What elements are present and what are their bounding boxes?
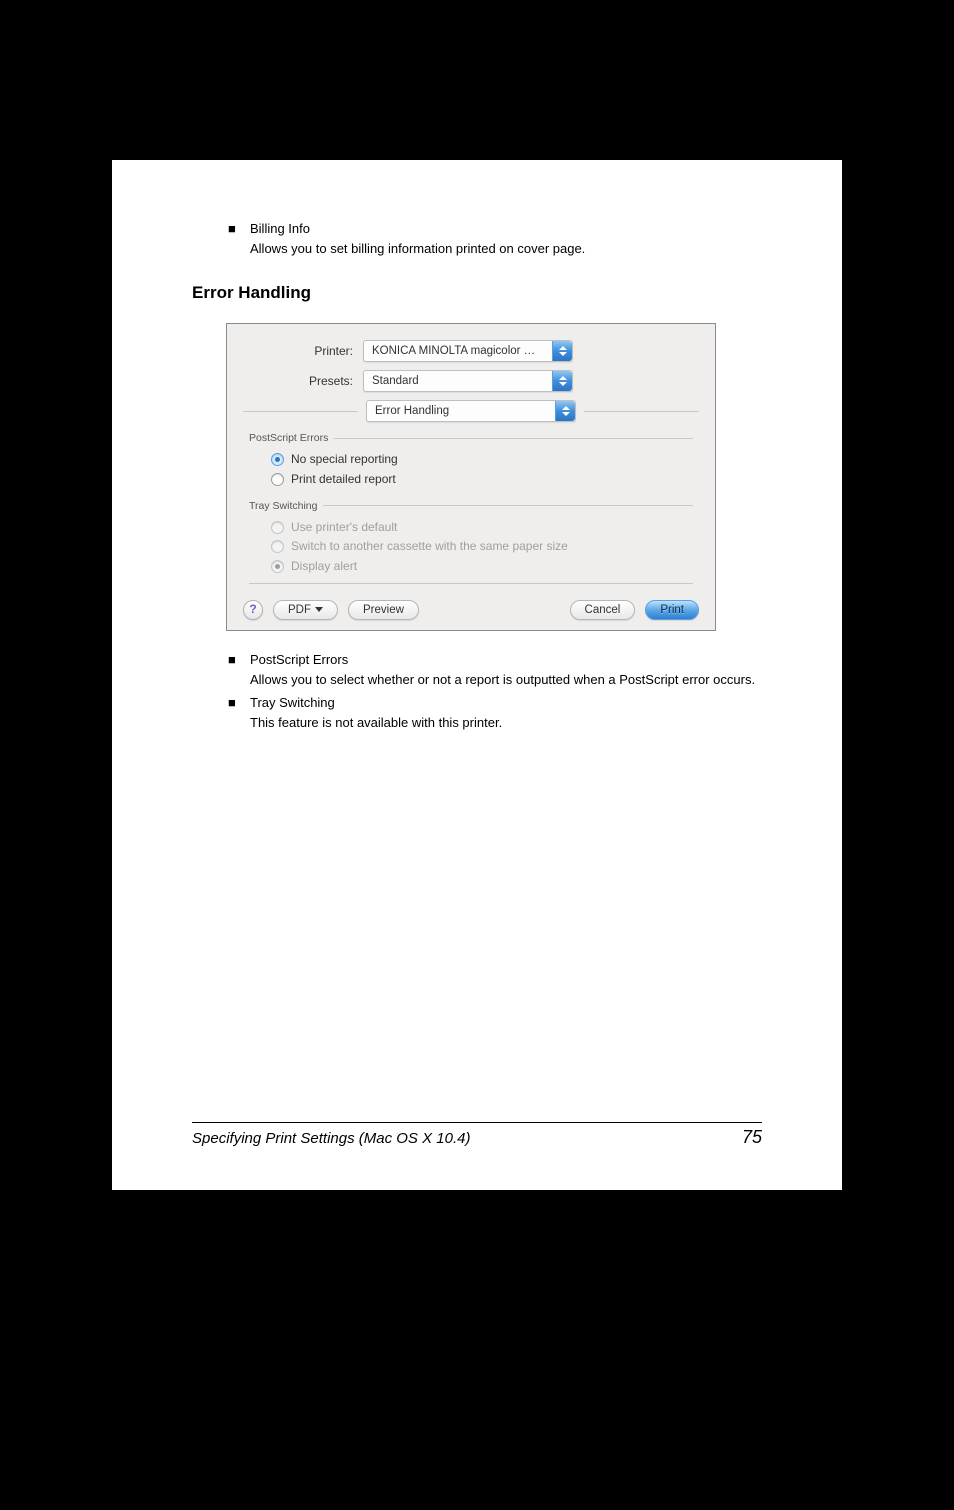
list-item-body: PostScript Errors Allows you to select w… [250,651,762,690]
help-button[interactable]: ? [243,600,263,620]
stepper-icon [552,341,572,361]
item-desc: This feature is not available with this … [250,714,762,733]
item-title: Billing Info [250,220,762,239]
cancel-button[interactable]: Cancel [570,600,636,620]
chevron-down-icon [315,607,323,612]
footer-rule [192,1122,762,1123]
radio-display-alert: Display alert [271,558,693,575]
radio-label: Switch to another cassette with the same… [291,538,568,555]
button-label: PDF [288,602,311,619]
radio-icon [271,540,284,553]
stepper-icon [552,371,572,391]
list-item: ■ PostScript Errors Allows you to select… [228,651,762,690]
preview-button[interactable]: Preview [348,600,419,620]
radio-label: Use printer's default [291,519,397,536]
group-title: Tray Switching [249,499,323,514]
print-dialog: Printer: KONICA MINOLTA magicolor … Pres… [226,323,716,631]
divider [249,583,693,584]
button-label: Cancel [585,602,621,619]
stepper-icon [555,401,575,421]
list-item-body: Tray Switching This feature is not avail… [250,694,762,733]
bullet-square-icon: ■ [228,694,250,713]
pane-select[interactable]: Error Handling [366,400,576,422]
section-heading: Error Handling [192,281,762,306]
item-desc: Allows you to select whether or not a re… [250,671,762,690]
printer-value: KONICA MINOLTA magicolor … [372,343,535,360]
page-footer: Specifying Print Settings (Mac OS X 10.4… [192,1122,762,1148]
divider [243,411,358,412]
radio-no-special-reporting[interactable]: No special reporting [271,451,693,468]
print-button[interactable]: Print [645,600,699,620]
radio-switch-cassette: Switch to another cassette with the same… [271,538,693,555]
bullet-square-icon: ■ [228,651,250,670]
tray-switching-group: Tray Switching Use printer's default Swi… [249,496,693,575]
postscript-errors-group: PostScript Errors No special reporting P… [249,428,693,488]
list-item-body: Billing Info Allows you to set billing i… [250,220,762,259]
printer-row: Printer: KONICA MINOLTA magicolor … [243,340,699,362]
item-title: Tray Switching [250,694,762,713]
radio-icon [271,521,284,534]
presets-row: Presets: Standard [243,370,699,392]
help-icon: ? [249,601,256,618]
footer-page-number: 75 [742,1127,762,1148]
printer-select[interactable]: KONICA MINOLTA magicolor … [363,340,573,362]
list-item: ■ Billing Info Allows you to set billing… [228,220,762,259]
item-desc: Allows you to set billing information pr… [250,240,762,259]
presets-value: Standard [372,373,419,390]
content-area: ■ Billing Info Allows you to set billing… [192,220,762,732]
radio-label: Display alert [291,558,357,575]
item-title: PostScript Errors [250,651,762,670]
radio-use-printers-default: Use printer's default [271,519,693,536]
footer-title: Specifying Print Settings (Mac OS X 10.4… [192,1130,470,1147]
list-item: ■ Tray Switching This feature is not ava… [228,694,762,733]
radio-label: No special reporting [291,451,398,468]
button-label: Preview [363,602,404,619]
radio-icon [271,453,284,466]
printer-label: Printer: [243,343,363,360]
divider [584,411,699,412]
bullet-square-icon: ■ [228,220,250,239]
radio-label: Print detailed report [291,471,396,488]
radio-print-detailed-report[interactable]: Print detailed report [271,471,693,488]
document-page: ■ Billing Info Allows you to set billing… [112,160,842,1190]
radio-icon [271,473,284,486]
button-label: Print [660,602,684,619]
pane-value: Error Handling [375,403,449,420]
dialog-bottom-bar: ? PDF Preview Cancel Print [243,600,699,620]
pdf-button[interactable]: PDF [273,600,338,620]
presets-select[interactable]: Standard [363,370,573,392]
presets-label: Presets: [243,373,363,390]
radio-icon [271,560,284,573]
group-title: PostScript Errors [249,431,334,446]
